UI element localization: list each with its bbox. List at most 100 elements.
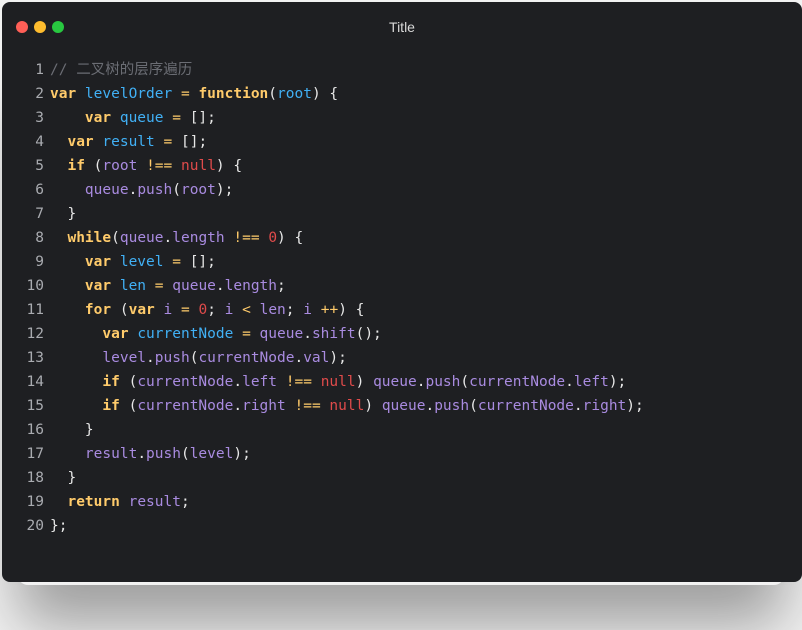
code-token: var — [50, 86, 85, 102]
code-line: 10 var len = queue.length; — [2, 274, 802, 298]
code-token: queue — [119, 230, 164, 246]
code-token: . — [137, 446, 147, 462]
code-line: 13 level.push(currentNode.val); — [2, 346, 802, 370]
code-token: if — [102, 374, 120, 390]
line-number: 8 — [35, 230, 44, 246]
code-token: for — [84, 302, 112, 318]
code-line: 8 while(queue.length !== 0) { — [2, 226, 802, 250]
code-token: ) { — [311, 86, 339, 102]
code-token: null — [181, 158, 216, 174]
code-line: 6 queue.push(root); — [2, 178, 802, 202]
code-token: < — [242, 302, 251, 318]
code-token: ); — [626, 398, 644, 414]
code-token: function — [198, 86, 269, 102]
code-token: ( — [172, 182, 181, 198]
code-token: = — [154, 278, 164, 294]
code-token: // 二叉树的层序遍历 — [50, 62, 193, 78]
code-token: if — [67, 158, 85, 174]
code-token: = — [180, 302, 190, 318]
code-token: []; — [180, 254, 216, 270]
line-number: 10 — [26, 278, 44, 294]
code-token: if — [102, 398, 120, 414]
code-token: null — [320, 374, 356, 390]
line-number: 17 — [26, 446, 44, 462]
code-token: (); — [355, 326, 382, 342]
code-token: var — [67, 134, 103, 150]
code-token: currentNode — [477, 398, 574, 414]
code-token: i — [303, 302, 312, 318]
code-token: root — [180, 182, 216, 198]
code-token: val — [303, 350, 330, 366]
code-line: 15 if (currentNode.right !== null) queue… — [2, 394, 802, 418]
code-line: 19 return result; — [2, 490, 802, 514]
line-number: 7 — [35, 206, 44, 222]
code-token: queue — [259, 326, 304, 342]
code-token: = — [180, 86, 190, 102]
code-token: } — [50, 470, 77, 486]
code-token: left — [573, 374, 609, 390]
code-token: ) — [364, 398, 382, 414]
code-token: result — [84, 446, 138, 462]
code-token: null — [329, 398, 365, 414]
code-token: length — [224, 278, 278, 294]
code-token: ); — [329, 350, 347, 366]
code-token: ); — [233, 446, 251, 462]
line-number: 18 — [26, 470, 44, 486]
code-token: queue — [172, 278, 216, 294]
code-token: . — [565, 374, 574, 390]
code-line: 17 result.push(level); — [2, 442, 802, 466]
code-token: !== — [285, 374, 312, 390]
code-token: !== — [233, 230, 260, 246]
code-token: queue — [373, 374, 417, 390]
code-token: ); — [608, 374, 627, 390]
code-token: result — [128, 494, 181, 510]
code-token: push — [154, 350, 190, 366]
code-token: len — [119, 278, 147, 294]
code-token: push — [137, 182, 173, 198]
code-token: root — [277, 86, 312, 102]
code-token: ( — [119, 398, 138, 414]
code-token: . — [163, 230, 173, 246]
code-token: ( — [119, 374, 138, 390]
code-token: push — [146, 446, 181, 462]
code-token: !== — [146, 158, 173, 174]
code-token: ) { — [277, 230, 304, 246]
code-token: . — [128, 182, 138, 198]
code-token: queue — [381, 398, 426, 414]
code-token: queue — [119, 110, 164, 126]
code-token: left — [242, 374, 278, 390]
code-token: ( — [84, 158, 103, 174]
code-token: ; — [207, 302, 225, 318]
code-token: ; — [285, 302, 304, 318]
code-line: 3 var queue = []; — [2, 106, 802, 130]
code-block[interactable]: 1// 二叉树的层序遍历 2 var levelOrder = function(r… — [2, 58, 802, 538]
code-token: result — [102, 134, 155, 150]
code-token: ( — [268, 86, 278, 102]
line-number: 4 — [35, 134, 44, 150]
code-token: ); — [215, 182, 234, 198]
code-token: shift — [311, 326, 356, 342]
code-token: levelOrder — [84, 86, 173, 102]
code-token: var — [84, 254, 120, 270]
code-line: 12 var currentNode = queue.shift(); — [2, 322, 802, 346]
code-token: while — [67, 230, 112, 246]
code-token: ( — [460, 374, 470, 390]
code-token: currentNode — [198, 350, 295, 366]
code-token: . — [573, 398, 583, 414]
